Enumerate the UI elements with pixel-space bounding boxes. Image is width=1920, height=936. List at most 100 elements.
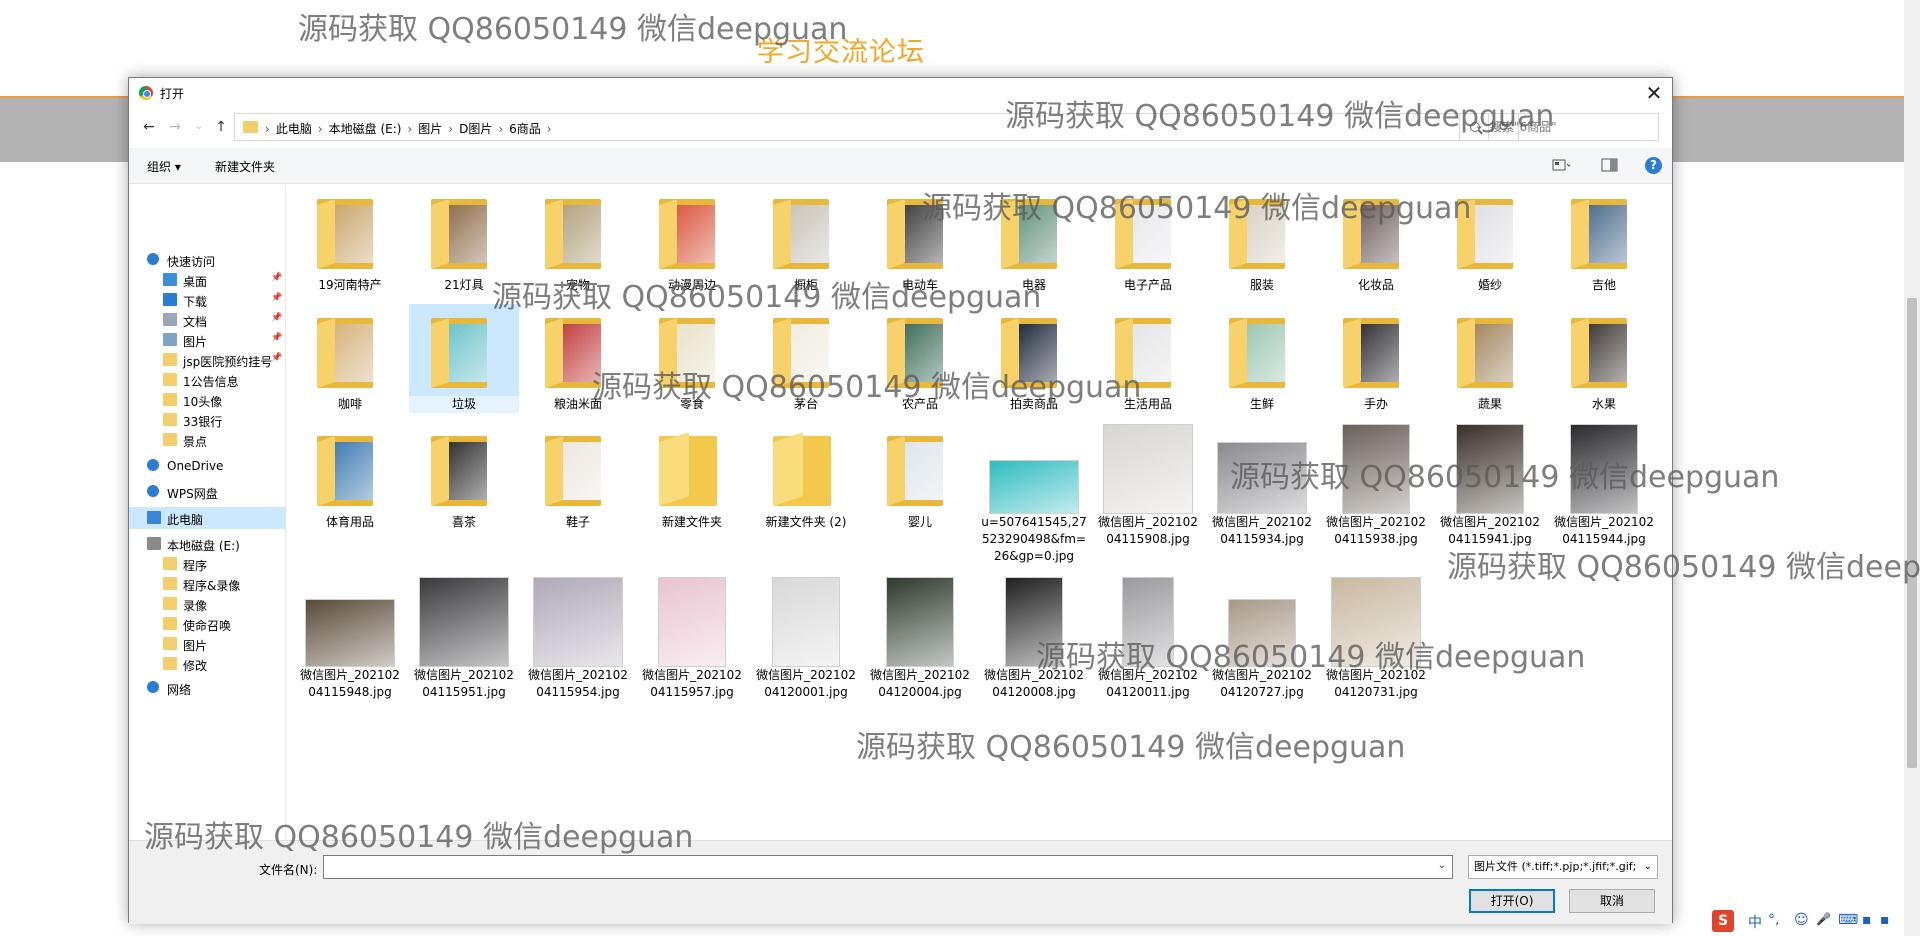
image-file-item[interactable]: 微信图片_20210204115954.jpg	[523, 575, 633, 701]
search-box[interactable]	[1459, 113, 1659, 141]
sidebar-item[interactable]: 文档 📌	[129, 309, 286, 331]
breadcrumb-item[interactable]: 6商品	[509, 122, 541, 136]
sidebar-item[interactable]: WPS网盘	[129, 481, 286, 503]
breadcrumb-item[interactable]: 本地磁盘 (E:)	[329, 122, 402, 136]
sidebar-item[interactable]: 网络	[129, 677, 286, 699]
folder-item[interactable]: 婴儿	[865, 422, 975, 531]
folder-item[interactable]: 服装	[1207, 185, 1317, 294]
sidebar-item[interactable]: 桌面 📌	[129, 269, 286, 291]
open-button[interactable]: 打开(O)	[1469, 889, 1555, 913]
folder-item[interactable]: 电动车	[865, 185, 975, 294]
back-button[interactable]: ←	[139, 117, 159, 137]
page-title[interactable]: 学习交流论坛	[757, 30, 925, 69]
ime-tools-icon[interactable]: ▪	[1862, 912, 1872, 928]
breadcrumb-separator-icon[interactable]: ›	[547, 122, 552, 136]
folder-item[interactable]: 喜茶	[409, 422, 519, 531]
up-button[interactable]: ↑	[211, 117, 231, 137]
folder-item[interactable]: 新建文件夹	[637, 422, 747, 531]
breadcrumb-item[interactable]: D图片	[459, 122, 492, 136]
cancel-button[interactable]: 取消	[1569, 889, 1655, 913]
preview-pane-icon[interactable]	[1601, 157, 1619, 173]
sidebar-item[interactable]: OneDrive	[129, 455, 286, 477]
image-file-item[interactable]: 微信图片_20210204120008.jpg	[979, 575, 1089, 701]
file-type-filter[interactable]: 图片文件 (*.tiff;*.pjp;*.jfif;*.gif; ⌄	[1468, 855, 1658, 879]
folder-item[interactable]: 生活用品	[1093, 304, 1203, 413]
sidebar-item[interactable]: 1公告信息	[129, 369, 286, 391]
folder-item[interactable]: 19河南特产	[295, 185, 405, 294]
folder-item[interactable]: 农产品	[865, 304, 975, 413]
ime-language[interactable]: 中	[1748, 912, 1762, 932]
help-icon[interactable]: ?	[1645, 157, 1662, 174]
folder-item[interactable]: 电子产品	[1093, 185, 1203, 294]
folder-item[interactable]: 橱柜	[751, 185, 861, 294]
folder-item[interactable]: 生鲜	[1207, 304, 1317, 413]
image-file-item[interactable]: 微信图片_20210204120001.jpg	[751, 575, 861, 701]
folder-item[interactable]: 体育用品	[295, 422, 405, 531]
breadcrumb-separator-icon[interactable]: ›	[318, 122, 323, 136]
folder-item[interactable]: 新建文件夹 (2)	[751, 422, 861, 531]
folder-item[interactable]: 手办	[1321, 304, 1431, 413]
image-file-item[interactable]: 微信图片_20210204120004.jpg	[865, 575, 975, 701]
sidebar-item[interactable]: 录像	[129, 593, 286, 615]
close-button[interactable]: ✕	[1642, 81, 1666, 105]
microphone-icon[interactable]: 🎤	[1816, 912, 1831, 926]
image-file-item[interactable]: 微信图片_20210204115941.jpg	[1435, 422, 1545, 548]
sidebar-item[interactable]: 修改	[129, 653, 286, 675]
search-input[interactable]	[1490, 117, 1655, 137]
image-file-item[interactable]: u=507641545,27523290498&fm=26&gp=0.jpg	[979, 422, 1089, 565]
image-file-item[interactable]: 微信图片_20210204115957.jpg	[637, 575, 747, 701]
forward-button[interactable]: →	[165, 117, 185, 137]
sidebar-item[interactable]: 此电脑	[129, 507, 286, 529]
breadcrumb-separator-icon[interactable]: ›	[498, 122, 503, 136]
sidebar-item[interactable]: jsp医院预约挂号 📌	[129, 349, 286, 371]
sidebar-item[interactable]: 快速访问	[129, 249, 286, 271]
keyboard-icon[interactable]: ⌨	[1838, 912, 1858, 928]
image-file-item[interactable]: 微信图片_20210204115944.jpg	[1549, 422, 1659, 548]
folder-item[interactable]: 动漫周边	[637, 185, 747, 294]
folder-item[interactable]: 茅台	[751, 304, 861, 413]
folder-item[interactable]: 零食	[637, 304, 747, 413]
breadcrumb-item[interactable]: 图片	[418, 122, 442, 136]
sidebar-item[interactable]: 下载 📌	[129, 289, 286, 311]
sidebar-item[interactable]: 程序&录像	[129, 573, 286, 595]
filename-input[interactable]: ⌄	[323, 855, 1453, 879]
ime-toolbar[interactable]: S 中 °, ☺ 🎤 ⌨ ▪ ▪	[1712, 910, 1904, 932]
folder-item[interactable]: 蔬果	[1435, 304, 1545, 413]
folder-item[interactable]: 咖啡	[295, 304, 405, 413]
folder-item[interactable]: 垃圾	[409, 304, 519, 413]
breadcrumb-separator-icon[interactable]: ›	[407, 122, 412, 136]
image-file-item[interactable]: 微信图片_20210204120731.jpg	[1321, 575, 1431, 701]
folder-item[interactable]: 粮油米面	[523, 304, 633, 413]
image-file-item[interactable]: 微信图片_20210204115951.jpg	[409, 575, 519, 701]
sidebar-item[interactable]: 景点	[129, 429, 286, 451]
sidebar-item[interactable]: 本地磁盘 (E:)	[129, 533, 286, 555]
breadcrumb-item[interactable]: 此电脑	[276, 122, 312, 136]
emoji-icon[interactable]: ☺	[1794, 912, 1809, 928]
image-file-item[interactable]: 微信图片_20210204115934.jpg	[1207, 422, 1317, 548]
organize-menu[interactable]: 组织 ▾	[147, 158, 181, 175]
sidebar-item[interactable]: 程序	[129, 553, 286, 575]
folder-item[interactable]: 化妆品	[1321, 185, 1431, 294]
folder-item[interactable]: 电器	[979, 185, 1089, 294]
folder-item[interactable]: 宠物	[523, 185, 633, 294]
folder-item[interactable]: 拍卖商品	[979, 304, 1089, 413]
sogou-logo-icon[interactable]: S	[1712, 910, 1734, 932]
image-file-item[interactable]: 微信图片_20210204115908.jpg	[1093, 422, 1203, 548]
filename-dropdown-icon[interactable]: ⌄	[1438, 860, 1446, 871]
sidebar-item[interactable]: 10头像	[129, 389, 286, 411]
image-file-item[interactable]: 微信图片_20210204120011.jpg	[1093, 575, 1203, 701]
sidebar-item[interactable]: 使命召唤	[129, 613, 286, 635]
new-folder-button[interactable]: 新建文件夹	[215, 158, 275, 175]
folder-item[interactable]: 鞋子	[523, 422, 633, 531]
image-file-item[interactable]: 微信图片_20210204120727.jpg	[1207, 575, 1317, 701]
address-bar[interactable]: › 此电脑 › 本地磁盘 (E:) › 图片 › D图片 › 6商品 › ⌄ ↻	[234, 113, 1519, 141]
page-scrollbar-thumb[interactable]	[1907, 298, 1917, 768]
folder-item[interactable]: 吉他	[1549, 185, 1659, 294]
folder-item[interactable]: 婚纱	[1435, 185, 1545, 294]
sidebar-item[interactable]: 图片	[129, 633, 286, 655]
folder-item[interactable]: 21灯具	[409, 185, 519, 294]
image-file-item[interactable]: 微信图片_20210204115948.jpg	[295, 575, 405, 701]
breadcrumb-separator-icon[interactable]: ›	[265, 122, 270, 136]
image-file-item[interactable]: 微信图片_20210204115938.jpg	[1321, 422, 1431, 548]
recent-dropdown-icon[interactable]: ⌄	[189, 117, 209, 137]
